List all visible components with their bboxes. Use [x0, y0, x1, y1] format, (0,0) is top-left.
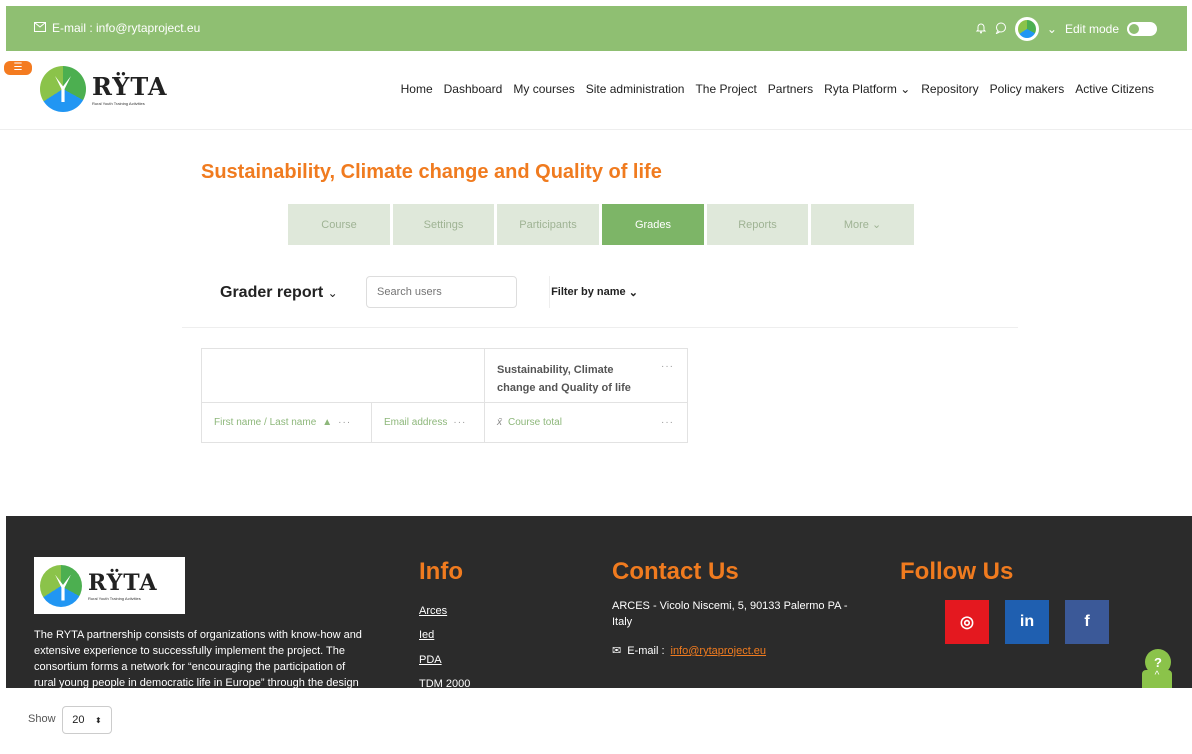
tab-settings[interactable]: Settings: [393, 204, 494, 245]
nav-repository[interactable]: Repository: [921, 82, 978, 96]
messages-icon[interactable]: [995, 22, 1007, 37]
grader-report-label: Grader report: [220, 284, 324, 301]
course-tabs: Course Settings Participants Grades Repo…: [288, 204, 914, 245]
course-total-column-header: x̄ Course total ···: [485, 403, 688, 443]
pagination-bar: [0, 688, 1192, 754]
site-footer: RŸTA Rural Youth Training Activities The…: [6, 516, 1192, 688]
logo-subtext: Rural Youth Training Activities: [92, 101, 145, 106]
back-to-top-icon[interactable]: ^: [1142, 670, 1172, 688]
select-arrows-icon: ⬍: [95, 715, 102, 725]
footer-contact-email: ✉ E-mail : info@rytaproject.eu: [612, 643, 766, 659]
nav-policy-makers[interactable]: Policy makers: [990, 82, 1065, 96]
footer-about-text: The RYTA partnership consists of organiz…: [34, 627, 404, 688]
search-users-input[interactable]: [366, 276, 517, 308]
tab-participants[interactable]: Participants: [497, 204, 599, 245]
email-text: E-mail : info@rytaproject.eu: [52, 21, 201, 35]
grader-table: Sustainability, Climate change and Quali…: [201, 348, 688, 443]
email-column-header: Email address ···: [372, 403, 485, 443]
table-header-empty: [202, 349, 485, 403]
mean-icon: x̄: [497, 417, 502, 428]
name-column-menu-icon[interactable]: ···: [338, 417, 351, 428]
filter-label: Filter by name: [551, 286, 626, 298]
nav-partners[interactable]: Partners: [768, 82, 813, 96]
edit-mode-toggle[interactable]: [1127, 22, 1157, 36]
footer-link-ied[interactable]: Ied: [419, 627, 434, 643]
footer-about-line: extensive experience to successfully imp…: [34, 645, 346, 657]
course-column-title[interactable]: Sustainability, Climate change and Quali…: [497, 361, 676, 397]
course-column-title-line2: change and Quality of life: [497, 382, 631, 394]
nav-dashboard[interactable]: Dashboard: [444, 82, 503, 96]
footer-contact-address: ARCES - Vicolo Niscemi, 5, 90133 Palermo…: [612, 598, 848, 630]
course-total-menu-icon[interactable]: ···: [661, 417, 674, 428]
course-index-drawer-button[interactable]: ☰: [4, 61, 32, 75]
logo-text: RŸTA: [92, 72, 168, 101]
footer-link-pda[interactable]: PDA: [419, 652, 442, 668]
nav-my-courses[interactable]: My courses: [513, 82, 574, 96]
chevron-down-icon: ⌄: [628, 286, 638, 299]
facebook-icon[interactable]: f: [1065, 600, 1109, 644]
list-icon: ☰: [13, 62, 23, 73]
nav-active-citizens[interactable]: Active Citizens: [1075, 82, 1154, 96]
footer-address-line: ARCES - Vicolo Niscemi, 5, 90133 Palermo…: [612, 600, 848, 612]
envelope-icon: ✉: [612, 645, 622, 657]
chevron-down-icon[interactable]: ⌄: [1047, 22, 1057, 36]
footer-logo-text: RŸTA: [88, 570, 158, 596]
email-column-menu-icon[interactable]: ···: [453, 417, 466, 428]
nav-ryta-platform[interactable]: Ryta Platform ⌄: [824, 82, 910, 96]
footer-link-tdm2000[interactable]: TDM 2000: [419, 676, 470, 688]
email-contact[interactable]: E-mail : info@rytaproject.eu: [34, 21, 200, 35]
tab-more-label: More: [843, 218, 869, 231]
top-bar: E-mail : info@rytaproject.eu ⌄ Edit mode: [6, 6, 1187, 51]
sort-by-email-link[interactable]: Email address: [384, 417, 447, 428]
footer-about-line: rural young people in democratic life in…: [34, 677, 359, 688]
footer-link-arces[interactable]: Arces: [419, 603, 447, 619]
footer-logo[interactable]: RŸTA Rural Youth Training Activities: [34, 557, 185, 614]
course-column-menu-icon[interactable]: ···: [661, 361, 674, 372]
nav-ryta-platform-label: Ryta Platform: [824, 82, 897, 96]
instagram-icon[interactable]: ◎: [945, 600, 989, 644]
sort-ascending-icon: ▲: [322, 417, 333, 428]
per-page-value: 20: [72, 714, 85, 726]
course-column-title-line1: Sustainability, Climate: [497, 364, 614, 376]
divider: [182, 327, 1018, 328]
mail-icon: [34, 21, 46, 35]
grader-report-selector[interactable]: Grader report ⌄: [220, 284, 338, 302]
filter-by-name-button[interactable]: Filter by name ⌄: [549, 276, 639, 308]
nav-home[interactable]: Home: [401, 82, 433, 96]
footer-about-line: The RYTA partnership consists of organiz…: [34, 629, 362, 641]
footer-address-line: Italy: [612, 616, 633, 628]
notification-bell-icon[interactable]: [975, 22, 987, 37]
tab-more[interactable]: More ⌄: [811, 204, 914, 245]
linkedin-icon[interactable]: in: [1005, 600, 1049, 644]
tab-reports[interactable]: Reports: [707, 204, 808, 245]
logo-mark-icon: [40, 564, 82, 607]
site-logo[interactable]: RŸTA Rural Youth Training Activities: [40, 66, 168, 112]
page-title: Sustainability, Climate change and Quali…: [201, 161, 662, 183]
nav-the-project[interactable]: The Project: [695, 82, 756, 96]
per-page-select[interactable]: 20 ⬍: [62, 706, 112, 734]
logo-mark-icon: [40, 66, 86, 112]
footer-about-line: consortium forms a network for “encourag…: [34, 661, 346, 673]
footer-contact-title: Contact Us: [612, 558, 739, 585]
sort-by-name-link[interactable]: First name / Last name: [214, 417, 316, 428]
user-avatar[interactable]: [1014, 17, 1039, 41]
primary-navigation: Home Dashboard My courses Site administr…: [401, 82, 1154, 96]
name-column-header: First name / Last name ▲ ···: [202, 403, 372, 443]
course-column-header: Sustainability, Climate change and Quali…: [485, 349, 688, 403]
footer-info-title: Info: [419, 558, 463, 585]
footer-email-link[interactable]: info@rytaproject.eu: [671, 643, 767, 659]
nav-site-administration[interactable]: Site administration: [586, 82, 685, 96]
tab-course[interactable]: Course: [288, 204, 390, 245]
chevron-down-icon: ⌄: [900, 82, 911, 96]
footer-follow-title: Follow Us: [900, 558, 1014, 585]
course-total-link[interactable]: Course total: [508, 417, 562, 428]
chevron-down-icon: ⌄: [871, 219, 882, 231]
footer-email-label: E-mail :: [627, 645, 665, 657]
chevron-down-icon: ⌄: [327, 286, 338, 300]
show-label: Show: [28, 713, 56, 725]
edit-mode-label: Edit mode: [1064, 22, 1119, 36]
tab-grades[interactable]: Grades: [602, 204, 704, 245]
footer-logo-subtext: Rural Youth Training Activities: [88, 596, 141, 601]
